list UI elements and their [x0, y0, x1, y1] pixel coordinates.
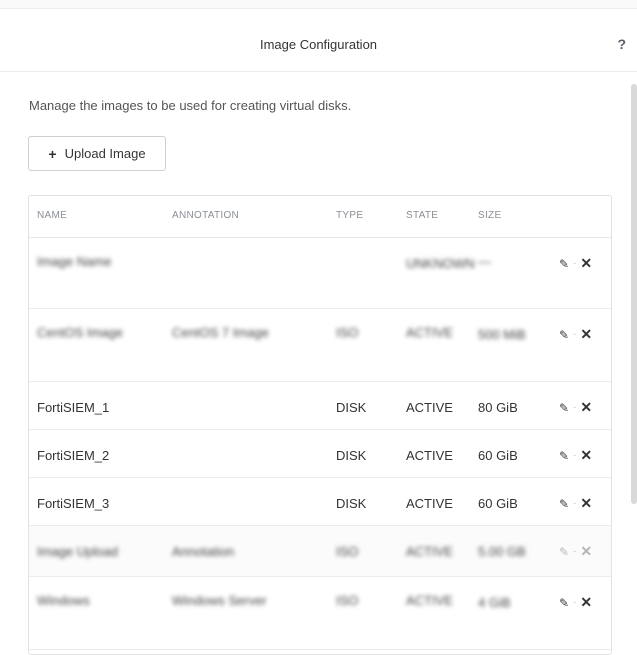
- image-annotation: Windows Server: [172, 593, 267, 608]
- image-type: ISO: [336, 325, 359, 340]
- image-annotation: Annotation: [172, 544, 235, 559]
- action-separator: ·: [573, 258, 577, 269]
- pencil-icon[interactable]: ✎: [559, 328, 569, 342]
- action-separator: ·: [573, 402, 577, 413]
- dialog-title: Image Configuration: [259, 37, 378, 52]
- pencil-icon[interactable]: ✎: [559, 449, 569, 463]
- image-name: Image Upload: [37, 544, 118, 559]
- dialog-header: Image Configuration ?: [0, 9, 637, 72]
- top-gap: [0, 0, 637, 9]
- table-row[interactable]: FortiSIEM_3 DISK ACTIVE 60 GiB ✎ · ✕: [29, 478, 611, 526]
- row-actions: ✎ · ✕: [559, 495, 592, 512]
- image-state: ACTIVE: [406, 325, 453, 340]
- row-actions: ✎ · ✕: [559, 326, 592, 343]
- image-state: ACTIVE: [406, 593, 453, 608]
- table-row[interactable]: Image Name UNKNOWN — ✎ · ✕: [29, 238, 611, 309]
- table-row[interactable]: FortiSIEM_2 DISK ACTIVE 60 GiB ✎ · ✕: [29, 430, 611, 478]
- column-header-size[interactable]: SIZE: [478, 210, 501, 221]
- dialog-description: Manage the images to be used for creatin…: [29, 98, 352, 113]
- action-separator: ·: [573, 450, 577, 461]
- column-header-state[interactable]: STATE: [406, 210, 438, 221]
- action-separator: ·: [573, 546, 577, 557]
- image-type: DISK: [336, 400, 367, 415]
- image-size: 60 GiB: [478, 496, 518, 511]
- image-size: 500 MiB: [478, 327, 526, 342]
- image-type: ISO: [336, 544, 359, 559]
- image-type: DISK: [336, 496, 367, 511]
- table-row[interactable]: CentOS Image CentOS 7 Image ISO ACTIVE 5…: [29, 309, 611, 382]
- table-row[interactable]: FortiSIEM_1 DISK ACTIVE 80 GiB ✎ · ✕: [29, 382, 611, 430]
- image-name: FortiSIEM_3: [37, 496, 110, 511]
- table-header: NAME ANNOTATION TYPE STATE SIZE: [29, 196, 611, 238]
- row-actions: ✎ · ✕: [559, 543, 592, 560]
- image-state: UNKNOWN: [406, 256, 475, 271]
- image-name: FortiSIEM_2: [37, 448, 110, 463]
- close-icon[interactable]: ✕: [580, 326, 592, 343]
- pencil-icon[interactable]: ✎: [559, 401, 569, 415]
- row-actions: ✎ · ✕: [559, 255, 592, 272]
- image-size: 80 GiB: [478, 400, 518, 415]
- image-name: FortiSIEM_1: [37, 400, 110, 415]
- image-annotation: CentOS 7 Image: [172, 325, 269, 340]
- image-name: Image Name: [37, 254, 112, 269]
- image-state: ACTIVE: [406, 496, 453, 511]
- scrollbar[interactable]: [631, 84, 637, 504]
- pencil-icon[interactable]: ✎: [559, 257, 569, 271]
- row-actions: ✎ · ✕: [559, 399, 592, 416]
- image-name: CentOS Image: [37, 325, 123, 340]
- image-type: ISO: [336, 593, 359, 608]
- row-actions: ✎ · ✕: [559, 594, 592, 611]
- pencil-icon[interactable]: ✎: [559, 596, 569, 610]
- table-row[interactable]: Windows Windows Server ISO ACTIVE 4 GiB …: [29, 577, 611, 650]
- plus-icon: +: [48, 145, 57, 162]
- pencil-icon[interactable]: ✎: [559, 497, 569, 511]
- close-icon[interactable]: ✕: [580, 255, 592, 272]
- image-state: ACTIVE: [406, 448, 453, 463]
- close-icon[interactable]: ✕: [580, 594, 592, 611]
- help-icon[interactable]: ?: [617, 36, 626, 52]
- image-size: 4 GiB: [478, 595, 511, 610]
- close-icon[interactable]: ✕: [580, 543, 592, 560]
- row-actions: ✎ · ✕: [559, 447, 592, 464]
- image-type: DISK: [336, 448, 367, 463]
- action-separator: ·: [573, 329, 577, 340]
- image-size: 5.00 GB: [478, 544, 526, 559]
- action-separator: ·: [573, 597, 577, 608]
- upload-button-label: Upload Image: [64, 146, 146, 161]
- upload-image-button[interactable]: + Upload Image: [28, 136, 166, 171]
- close-icon[interactable]: ✕: [580, 495, 592, 512]
- image-state: ACTIVE: [406, 400, 453, 415]
- column-header-annotation[interactable]: ANNOTATION: [172, 210, 239, 221]
- images-table: NAME ANNOTATION TYPE STATE SIZE Image Na…: [28, 195, 612, 655]
- pencil-icon[interactable]: ✎: [559, 545, 569, 559]
- image-size: —: [478, 254, 491, 269]
- column-header-name[interactable]: NAME: [37, 210, 67, 221]
- image-size: 60 GiB: [478, 448, 518, 463]
- close-icon[interactable]: ✕: [580, 447, 592, 464]
- column-header-type[interactable]: TYPE: [336, 210, 363, 221]
- image-name: Windows: [37, 593, 90, 608]
- close-icon[interactable]: ✕: [580, 399, 592, 416]
- image-state: ACTIVE: [406, 544, 453, 559]
- table-row[interactable]: Image Upload Annotation ISO ACTIVE 5.00 …: [29, 526, 611, 577]
- action-separator: ·: [573, 498, 577, 509]
